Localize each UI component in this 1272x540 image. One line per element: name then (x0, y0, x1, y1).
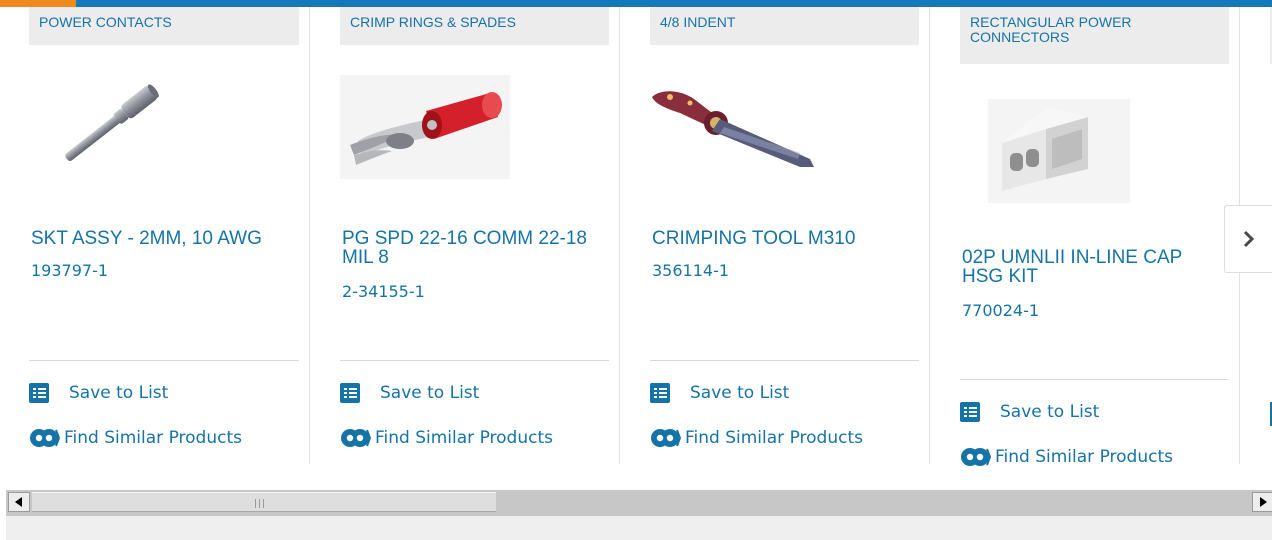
gear-icon (651, 429, 681, 447)
save-to-list-label: Save to List (690, 383, 790, 403)
save-to-list-button[interactable]: Save to List (650, 383, 789, 403)
find-similar-products-button[interactable]: Find Similar Products (960, 445, 1173, 469)
chevron-right-icon (1243, 230, 1254, 248)
checklist-icon (340, 383, 360, 403)
checklist-icon (29, 383, 49, 403)
gear-icon (961, 448, 991, 466)
divider (960, 379, 1229, 380)
find-similar-label: Find Similar Products (64, 428, 242, 448)
triangle-right-icon (1260, 497, 1267, 507)
category-label[interactable]: CRIMP RINGS & SPADES (340, 7, 609, 45)
carousel-next-button[interactable] (1224, 205, 1272, 273)
find-similar-products-button[interactable]: Find Similar Products (340, 426, 553, 450)
save-to-list-label: Save to List (69, 383, 169, 403)
save-to-list-button[interactable]: Save to List (340, 383, 479, 403)
crimping-tool-image[interactable] (650, 83, 820, 173)
product-name-link[interactable]: 02P UMNLII IN-LINE CAP HSG KIT (962, 248, 1212, 286)
checklist-icon (960, 402, 980, 422)
part-number-link[interactable]: 2-34155-1 (342, 282, 425, 301)
product-card: 4/8 INDENT CRIMPING TOOL M310 356114-1 S… (650, 7, 930, 477)
connector-housing-image[interactable] (988, 99, 1130, 203)
horizontal-scrollbar[interactable] (6, 490, 1272, 516)
category-label[interactable]: POWER CONTACTS (29, 7, 299, 45)
find-similar-label: Find Similar Products (995, 447, 1173, 467)
scroll-left-button[interactable] (8, 492, 30, 512)
part-number-link[interactable]: 770024-1 (962, 301, 1039, 320)
scrollbar-thumb[interactable] (32, 492, 496, 512)
save-to-list-button[interactable]: Save to List (960, 402, 1099, 422)
socket-contact-image[interactable] (51, 79, 175, 175)
product-carousel: POWER CONTACTS SKT ASSY - 2MM, 10 AWG 19… (0, 7, 1272, 490)
triangle-left-icon (15, 497, 22, 507)
gear-icon (30, 429, 60, 447)
scroll-right-button[interactable] (1252, 492, 1272, 512)
gear-icon (341, 429, 371, 447)
find-similar-label: Find Similar Products (685, 428, 863, 448)
part-number-link[interactable]: 193797-1 (31, 261, 108, 280)
save-to-list-button[interactable]: Save to List (29, 383, 168, 403)
product-card: CRIMP RINGS & SPADES PG SPD 22-16 COMM 2… (340, 7, 620, 477)
find-similar-label: Find Similar Products (375, 428, 553, 448)
find-similar-products-button[interactable]: Find Similar Products (650, 426, 863, 450)
product-card: RECTANGULAR POWER CONNECTORS 02P UMNLII … (960, 7, 1240, 483)
product-card: POWER CONTACTS SKT ASSY - 2MM, 10 AWG 19… (29, 7, 310, 477)
spade-terminal-image[interactable] (340, 75, 510, 179)
divider (650, 360, 919, 361)
save-to-list-label: Save to List (380, 383, 480, 403)
category-label[interactable]: RECTANGULAR POWER CONNECTORS (960, 7, 1229, 64)
checklist-icon (650, 383, 670, 403)
product-name-link[interactable]: CRIMPING TOOL M310 (652, 229, 912, 248)
part-number-link[interactable]: 356114-1 (652, 261, 729, 280)
divider (29, 360, 299, 361)
save-to-list-label: Save to List (1000, 402, 1100, 422)
grip-icon (255, 499, 264, 508)
top-accent-bar (0, 0, 1272, 7)
divider (340, 360, 609, 361)
product-name-link[interactable]: PG SPD 22-16 COMM 22-18 MIL 8 (342, 229, 597, 267)
find-similar-products-button[interactable]: Find Similar Products (29, 426, 242, 450)
product-name-link[interactable]: SKT ASSY - 2MM, 10 AWG (31, 229, 291, 248)
active-tab-indicator (0, 0, 76, 7)
category-label[interactable]: 4/8 INDENT (650, 7, 919, 45)
footer-area (6, 516, 1272, 540)
